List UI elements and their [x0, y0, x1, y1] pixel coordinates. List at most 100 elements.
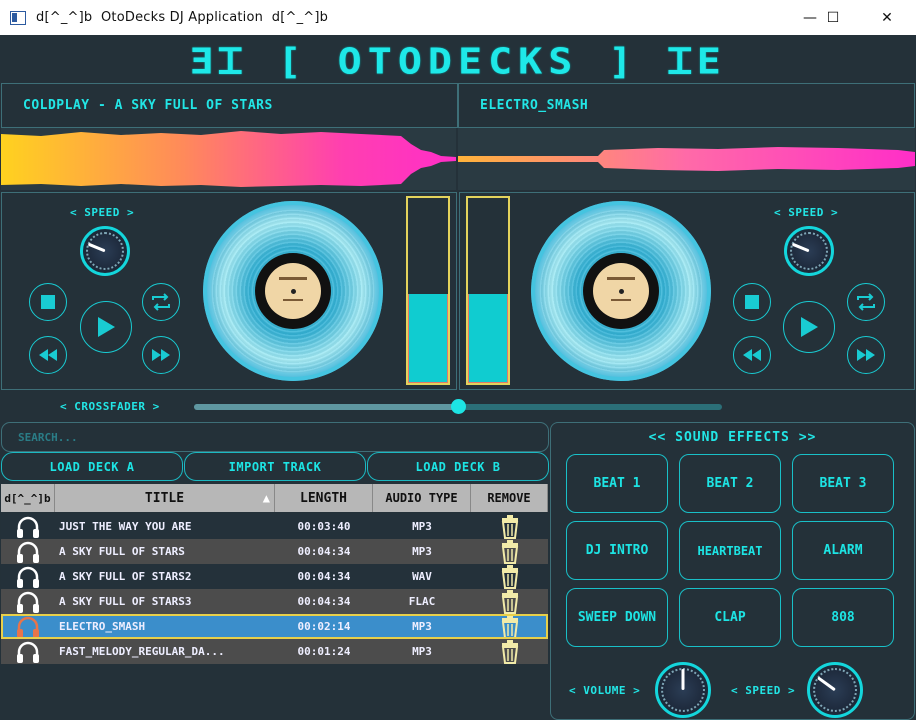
search-input[interactable]: SEARCH...	[1, 422, 549, 452]
fx-beat-2-button[interactable]: BEAT 2	[679, 454, 781, 513]
row-audio-type: MP3	[412, 645, 432, 658]
fx-dj-intro-button[interactable]: DJ INTRO	[566, 521, 668, 580]
deck-b-loop-button[interactable]	[847, 283, 885, 321]
crossfader-fill	[194, 404, 458, 410]
row-length: 00:04:34	[297, 595, 351, 608]
meter-fill	[408, 294, 448, 383]
deck-a-waveform[interactable]	[1, 128, 456, 190]
headphones-icon	[1, 614, 55, 639]
knob-ticks	[790, 232, 828, 270]
deck-b-speed-knob[interactable]	[784, 226, 834, 276]
fast-forward-icon	[857, 349, 875, 361]
row-length: 00:04:34	[297, 570, 351, 583]
deck-b-stop-button[interactable]	[733, 283, 771, 321]
table-row-selected[interactable]: ELECTRO_SMASH 00:02:14 MP3	[1, 614, 548, 639]
deck-a-speed-label: < SPEED >	[70, 206, 135, 219]
maximize-button[interactable]: ☐	[810, 0, 856, 35]
trash-icon[interactable]	[471, 589, 548, 614]
rewind-icon	[743, 349, 761, 361]
deck-a-rewind-button[interactable]	[29, 336, 67, 374]
row-title: FAST_MELODY_REGULAR_DA...	[59, 645, 225, 658]
close-button[interactable]: ✕	[864, 0, 910, 35]
load-deck-a-button[interactable]: LOAD DECK A	[1, 452, 183, 481]
row-title: A SKY FULL OF STARS3	[59, 595, 192, 608]
row-length: 00:02:14	[297, 620, 351, 633]
deck-b-rewind-button[interactable]	[733, 336, 771, 374]
row-audio-type: MP3	[412, 620, 432, 633]
deck-a-turntable[interactable]	[203, 201, 383, 381]
rewind-icon	[39, 349, 57, 361]
deck-b-track-title: ELECTRO_SMASH	[480, 97, 589, 113]
row-length: 00:04:34	[297, 545, 351, 558]
trash-icon[interactable]	[471, 639, 548, 664]
fx-beat-1-button[interactable]: BEAT 1	[566, 454, 668, 513]
crossfader-thumb[interactable]	[450, 399, 466, 414]
deck-a-play-button[interactable]	[80, 301, 132, 353]
deck-b-waveform[interactable]	[458, 128, 915, 190]
fx-heartbeat-button[interactable]: HEARTBEAT	[679, 521, 781, 580]
deck-b-turntable[interactable]	[531, 201, 711, 381]
deck-a-loop-button[interactable]	[142, 283, 180, 321]
load-deck-b-button[interactable]: LOAD DECK B	[367, 452, 549, 481]
fx-808-button[interactable]: 808	[792, 588, 894, 647]
window-title: d[^_^]b OtoDecks DJ Application d[^_^]b	[36, 10, 329, 25]
row-audio-type: WAV	[412, 570, 432, 583]
table-row[interactable]: A SKY FULL OF STARS3 00:04:34 FLAC	[1, 589, 548, 614]
fx-speed-knob[interactable]	[807, 662, 863, 718]
table-row[interactable]: FAST_MELODY_REGULAR_DA... 00:01:24 MP3	[1, 639, 548, 664]
app-logo: ƎꞮ [ OTODECKS ] ꞮE	[189, 40, 727, 82]
meter-fill	[468, 294, 508, 383]
deck-b-play-button[interactable]	[783, 301, 835, 353]
play-icon	[98, 317, 115, 337]
row-title: A SKY FULL OF STARS2	[59, 570, 192, 583]
table-row[interactable]: A SKY FULL OF STARS2 00:04:34 WAV	[1, 564, 548, 589]
trash-icon[interactable]	[471, 564, 548, 589]
play-icon	[801, 317, 818, 337]
row-audio-type: MP3	[412, 545, 432, 558]
column-header-audio-type[interactable]: AUDIO TYPE	[373, 484, 471, 512]
row-title: JUST THE WAY YOU ARE	[59, 520, 192, 533]
fx-beat-3-button[interactable]: BEAT 3	[792, 454, 894, 513]
column-header-length[interactable]: LENGTH	[275, 484, 373, 512]
fx-speed-label: < SPEED >	[731, 684, 796, 697]
fx-sweep-down-button[interactable]: SWEEP DOWN	[566, 588, 668, 647]
loop-icon	[152, 293, 170, 311]
deck-a-level-meter	[406, 196, 450, 385]
trash-icon[interactable]	[471, 614, 548, 639]
fx-volume-label: < VOLUME >	[569, 684, 641, 697]
deck-b-level-meter	[466, 196, 510, 385]
sort-ascending-icon: ▲	[262, 491, 270, 505]
column-header-icon[interactable]: d[^_^]b	[1, 484, 55, 512]
row-title: A SKY FULL OF STARS	[59, 545, 185, 558]
playlist-header: d[^_^]b TITLE ▲ LENGTH AUDIO TYPE REMOVE	[1, 484, 548, 512]
fx-alarm-button[interactable]: ALARM	[792, 521, 894, 580]
loop-icon	[857, 293, 875, 311]
column-header-remove[interactable]: REMOVE	[471, 484, 548, 512]
vinyl-label	[265, 263, 321, 319]
deck-a-fast-forward-button[interactable]	[142, 336, 180, 374]
title-bar: d[^_^]b OtoDecks DJ Application d[^_^]b …	[0, 0, 916, 35]
stop-icon	[41, 295, 55, 309]
import-track-button[interactable]: IMPORT TRACK	[184, 452, 366, 481]
deck-a-stop-button[interactable]	[29, 283, 67, 321]
deck-a-track-title: COLDPLAY - A SKY FULL OF STARS	[23, 97, 273, 113]
fx-clap-button[interactable]: CLAP	[679, 588, 781, 647]
headphones-icon	[1, 639, 55, 664]
sound-effects-title: << SOUND EFFECTS >>	[648, 430, 817, 445]
fx-volume-knob[interactable]	[655, 662, 711, 718]
crossfader-label: < CROSSFADER >	[60, 400, 160, 413]
column-title-label: TITLE	[144, 490, 185, 506]
playlist-table: JUST THE WAY YOU ARE 00:03:40 MP3 A SKY …	[1, 514, 548, 664]
trash-icon[interactable]	[471, 514, 548, 539]
table-row[interactable]: A SKY FULL OF STARS 00:04:34 MP3	[1, 539, 548, 564]
row-title: ELECTRO_SMASH	[59, 620, 146, 633]
close-icon: ✕	[881, 9, 893, 26]
row-length: 00:01:24	[297, 645, 351, 658]
trash-icon[interactable]	[471, 539, 548, 564]
app-icon	[10, 10, 26, 25]
table-row[interactable]: JUST THE WAY YOU ARE 00:03:40 MP3	[1, 514, 548, 539]
stop-icon	[745, 295, 759, 309]
column-header-title[interactable]: TITLE ▲	[55, 484, 275, 512]
deck-b-fast-forward-button[interactable]	[847, 336, 885, 374]
deck-a-speed-knob[interactable]	[80, 226, 130, 276]
